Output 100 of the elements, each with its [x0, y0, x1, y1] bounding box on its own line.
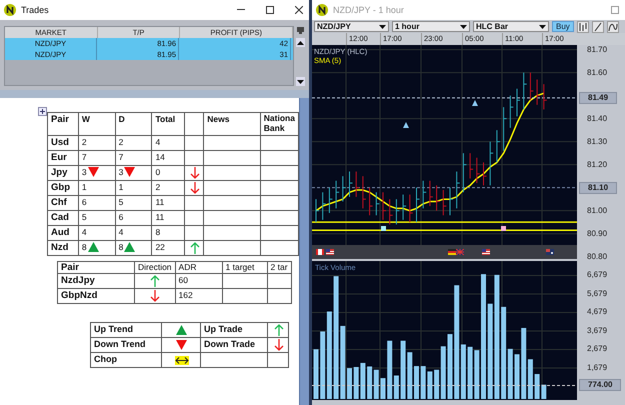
- price-label: 81.20: [587, 158, 608, 171]
- table-header: D: [115, 112, 152, 136]
- table-cell: Jpy: [48, 165, 78, 180]
- last-price-label: 81.49: [579, 92, 618, 104]
- double-arrow-icon: [174, 356, 188, 365]
- volume-bar: [314, 349, 318, 399]
- table-cell: 6: [82, 196, 87, 207]
- volume-bar: [448, 334, 452, 399]
- table-cell: Aud: [48, 225, 78, 240]
- window-title: NZD/JPY - 1 hour: [333, 5, 405, 15]
- caret-icon: [539, 24, 546, 28]
- table-cell: 4: [82, 226, 87, 237]
- table-cell: 162: [175, 288, 222, 304]
- maximize-icon[interactable]: [266, 6, 274, 14]
- table-cell: 2: [152, 180, 185, 196]
- table-cell: 4: [118, 226, 124, 237]
- table-move-icon[interactable]: [38, 107, 47, 116]
- table-cell: 4: [152, 135, 185, 150]
- table-header: Pair: [48, 112, 78, 136]
- price-marker-label: 81.10: [579, 182, 618, 194]
- table-cell: 11: [152, 210, 185, 226]
- table-header: 2 tar: [267, 261, 292, 274]
- table-cell: 5: [82, 212, 87, 222]
- table-header: W: [78, 112, 116, 136]
- table-cell: 2: [118, 136, 124, 147]
- table-cell: 2: [82, 136, 87, 147]
- table-cell: 8: [118, 242, 124, 252]
- window-title: Trades: [21, 5, 50, 15]
- down-arrow-icon: [190, 182, 200, 194]
- down-arrow-icon: [190, 166, 200, 179]
- price-label: 81.00: [587, 204, 608, 217]
- table-cell: NzdJpy: [58, 273, 134, 288]
- table-cell: 0: [152, 165, 185, 180]
- table-cell: 60: [175, 273, 222, 288]
- table-cell: Nzd: [48, 240, 78, 256]
- flag-icon: [316, 249, 324, 255]
- flag-icon: [546, 249, 554, 255]
- table-cell: 6: [118, 212, 124, 222]
- line-tool-icon[interactable]: [592, 20, 604, 32]
- up-arrow-icon: [150, 274, 160, 287]
- table-cell: Up Trend: [90, 322, 162, 338]
- price-label: 81.40: [587, 112, 608, 125]
- last-volume-label: 774.00: [579, 378, 622, 391]
- volume-bar: [514, 354, 520, 399]
- table-cell: 22: [152, 240, 185, 256]
- up-triangle-icon: [124, 242, 136, 252]
- volume-label: 1,679: [587, 362, 608, 374]
- down-triangle-icon: [124, 167, 136, 178]
- table-cell: Usd: [48, 135, 78, 150]
- price-label: 81.70: [587, 44, 608, 56]
- table-cell: 8: [152, 225, 185, 240]
- app-logo-icon: [316, 4, 328, 16]
- down-arrow-icon: [274, 338, 284, 351]
- down-triangle-icon: [88, 167, 99, 178]
- table-cell: 1: [82, 182, 87, 192]
- monitor-icon[interactable]: [296, 26, 305, 35]
- volume-label: 6,679: [587, 269, 608, 282]
- interval-dropdown[interactable]: 1 hour: [392, 21, 470, 32]
- flag-icon: [482, 249, 490, 255]
- close-icon[interactable]: [295, 6, 303, 14]
- symbol-dropdown[interactable]: NZD/JPY: [314, 21, 389, 32]
- table-header: Direction: [134, 261, 176, 274]
- scroll-up-button[interactable]: [296, 38, 305, 47]
- price-label: 80.80: [587, 250, 608, 263]
- table-cell: 3: [118, 166, 124, 177]
- table-cell: Eur: [48, 150, 78, 166]
- table-cell: 7: [118, 152, 124, 162]
- caret-icon: [460, 24, 467, 28]
- volume-label: 5,679: [587, 288, 608, 300]
- app-logo-icon: [4, 4, 16, 16]
- scroll-down-button[interactable]: [296, 77, 305, 86]
- table-header: Pair: [58, 261, 134, 274]
- curve-tool-icon[interactable]: [606, 20, 619, 32]
- price-label: 81.30: [587, 136, 608, 148]
- price-label: 80.90: [587, 228, 608, 240]
- table-cell: Chop: [90, 352, 162, 368]
- up-triangle-icon: [88, 242, 99, 252]
- caret-icon: [379, 24, 386, 28]
- buy-button[interactable]: Buy: [552, 21, 574, 32]
- table-cell: 7: [82, 152, 87, 162]
- table-cell: GbpNzd: [58, 288, 134, 304]
- table-cell: 11: [152, 195, 185, 210]
- table-header: Total: [152, 112, 185, 136]
- minimize-icon[interactable]: [237, 9, 245, 11]
- flag-icon: [326, 249, 334, 255]
- volume-label: 3,679: [587, 324, 608, 337]
- table-cell: Cad: [48, 210, 78, 226]
- volume-bar: [347, 368, 352, 399]
- down-arrow-icon: [150, 290, 160, 302]
- volume-label: 2,679: [587, 343, 608, 356]
- table-cell: 14: [152, 150, 185, 166]
- table-cell: Chf: [48, 195, 78, 210]
- volume-bar: [414, 366, 419, 399]
- scrollbar[interactable]: [299, 98, 309, 405]
- table-cell: Down Trade: [200, 337, 268, 352]
- table-header: 1 target: [222, 261, 268, 274]
- up-arrow-icon: [190, 242, 200, 254]
- bars-tool-icon[interactable]: [576, 20, 589, 32]
- chart-type-dropdown[interactable]: HLC Bar: [473, 21, 549, 32]
- volume-label: 4,679: [587, 306, 608, 318]
